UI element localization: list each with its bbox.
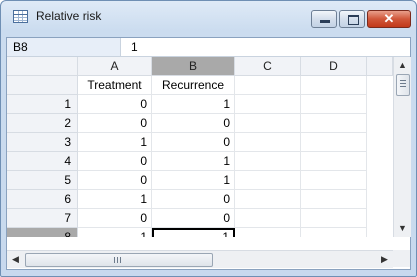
table-row: Treatment Recurrence [7, 76, 393, 95]
scrollbar-corner [393, 250, 410, 267]
cell-c8[interactable] [235, 228, 301, 237]
cell-b1[interactable]: 1 [152, 95, 235, 114]
table-row: 1 0 1 [7, 95, 393, 114]
sheet-client-area: B8 1 A B C D Treatment Recurrence 1 0 1 … [6, 37, 411, 270]
cell-d3[interactable] [301, 133, 367, 152]
row-header[interactable] [7, 76, 78, 95]
cell-c1[interactable] [235, 95, 301, 114]
cell-a7[interactable]: 0 [78, 209, 152, 228]
row-header[interactable]: 6 [7, 190, 78, 209]
cell-c5[interactable] [235, 171, 301, 190]
row-header[interactable]: 2 [7, 114, 78, 133]
table-row: 8 1 1 [7, 228, 393, 237]
scroll-left-icon[interactable]: ◀ [7, 251, 24, 268]
table-row: 4 0 1 [7, 152, 393, 171]
column-header-c[interactable]: C [235, 57, 301, 76]
cell-d2[interactable] [301, 114, 367, 133]
cell-d1[interactable] [301, 95, 367, 114]
scroll-down-icon[interactable]: ▼ [394, 220, 411, 237]
cell-d8[interactable] [301, 228, 367, 237]
spreadsheet-window: Relative risk ✕ B8 1 A B C D Treatment R… [0, 0, 417, 277]
formula-value[interactable]: 1 [131, 38, 138, 56]
cell-d7[interactable] [301, 209, 367, 228]
table-row: 2 0 0 [7, 114, 393, 133]
maximize-icon [348, 15, 359, 25]
table-row: 6 1 0 [7, 190, 393, 209]
cell-a1[interactable]: 0 [78, 95, 152, 114]
column-header-b[interactable]: B [152, 57, 235, 76]
close-button[interactable]: ✕ [367, 10, 411, 28]
cell-a4[interactable]: 0 [78, 152, 152, 171]
column-header-e[interactable] [367, 57, 393, 76]
cell-b0[interactable]: Recurrence [152, 76, 235, 95]
select-all-corner[interactable] [7, 57, 78, 76]
row-header[interactable]: 3 [7, 133, 78, 152]
cell-a3[interactable]: 1 [78, 133, 152, 152]
cell-b4[interactable]: 1 [152, 152, 235, 171]
formula-bar: B8 1 [7, 38, 410, 57]
cell-a5[interactable]: 0 [78, 171, 152, 190]
cell-d6[interactable] [301, 190, 367, 209]
column-header-row: A B C D [7, 57, 393, 76]
table-row: 3 1 0 [7, 133, 393, 152]
row-header[interactable]: 1 [7, 95, 78, 114]
spreadsheet-icon [13, 10, 28, 23]
maximize-button[interactable] [339, 10, 365, 28]
row-header[interactable]: 4 [7, 152, 78, 171]
active-cell-b8[interactable]: 1 [152, 228, 235, 237]
table-row: 5 0 1 [7, 171, 393, 190]
minimize-button[interactable] [311, 10, 337, 28]
cell-b5[interactable]: 1 [152, 171, 235, 190]
cell-b2[interactable]: 0 [152, 114, 235, 133]
column-header-a[interactable]: A [78, 57, 152, 76]
scroll-right-icon[interactable]: ▶ [376, 251, 393, 268]
row-header[interactable]: 7 [7, 209, 78, 228]
horizontal-scroll-thumb[interactable] [25, 253, 213, 267]
vertical-scroll-thumb[interactable] [396, 74, 410, 96]
cell-c3[interactable] [235, 133, 301, 152]
row-header-selected[interactable]: 8 [7, 228, 78, 237]
cell-c6[interactable] [235, 190, 301, 209]
scroll-up-icon[interactable]: ▲ [394, 57, 411, 74]
column-header-d[interactable]: D [301, 57, 367, 76]
cell-a0[interactable]: Treatment [78, 76, 152, 95]
vertical-scrollbar[interactable]: ▲ ▼ [393, 57, 411, 237]
horizontal-scrollbar[interactable]: ◀ ▶ [7, 250, 393, 268]
cell-d4[interactable] [301, 152, 367, 171]
cell-a6[interactable]: 1 [78, 190, 152, 209]
grid-bottom-gap [7, 237, 410, 250]
cell-c4[interactable] [235, 152, 301, 171]
cell-b3[interactable]: 0 [152, 133, 235, 152]
cell-b6[interactable]: 0 [152, 190, 235, 209]
cell-c0[interactable] [235, 76, 301, 95]
table-row: 7 0 0 [7, 209, 393, 228]
data-grid: A B C D Treatment Recurrence 1 0 1 2 0 0… [7, 57, 393, 237]
cell-c7[interactable] [235, 209, 301, 228]
window-title: Relative risk [36, 9, 102, 23]
close-icon: ✕ [383, 11, 395, 26]
cell-c2[interactable] [235, 114, 301, 133]
cell-b7[interactable]: 0 [152, 209, 235, 228]
title-bar[interactable]: Relative risk ✕ [1, 1, 416, 31]
cell-a8[interactable]: 1 [78, 228, 152, 237]
cell-reference-box[interactable]: B8 [7, 38, 121, 56]
row-header[interactable]: 5 [7, 171, 78, 190]
cell-d0[interactable] [301, 76, 367, 95]
cell-d5[interactable] [301, 171, 367, 190]
minimize-icon [320, 20, 330, 23]
cell-a2[interactable]: 0 [78, 114, 152, 133]
